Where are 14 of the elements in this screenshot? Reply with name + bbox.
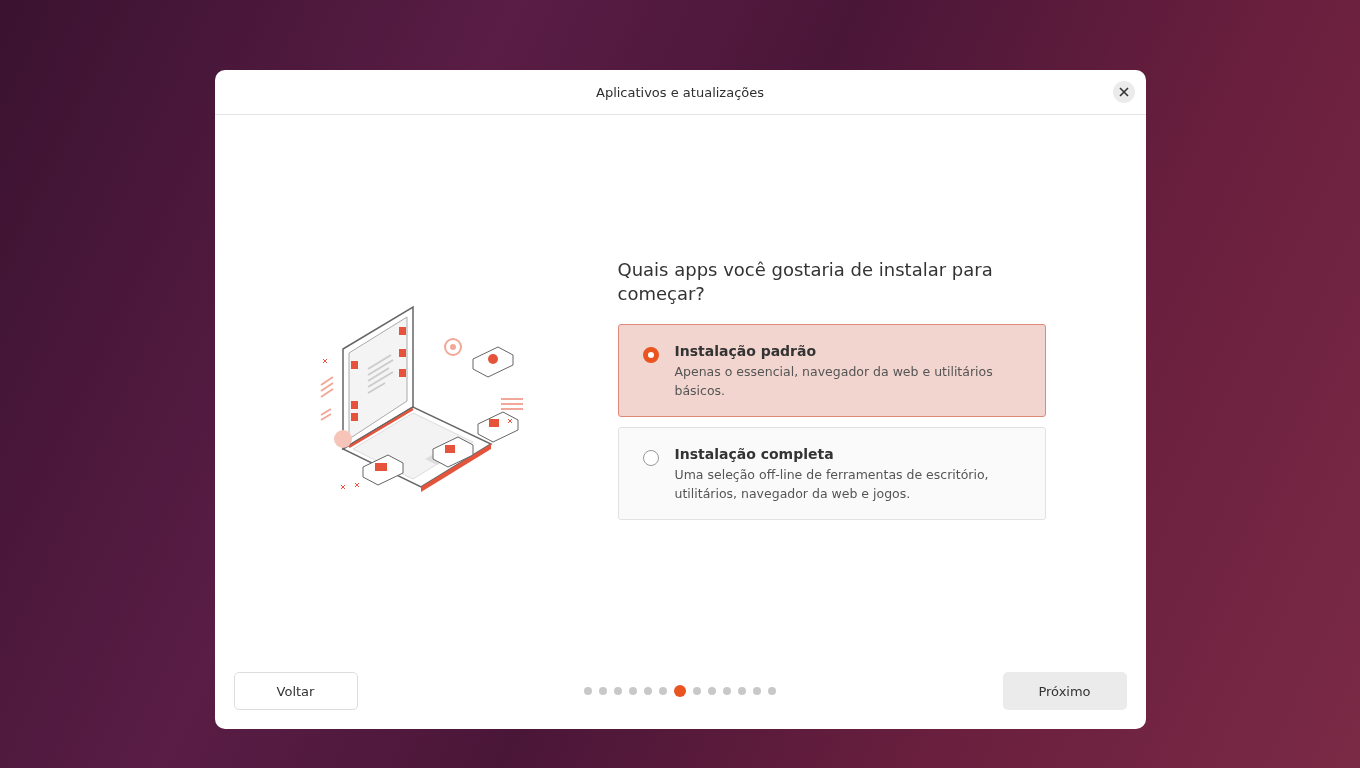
option-title: Instalação padrão — [674, 342, 818, 359]
install-option[interactable]: Instalação padrão Apenas o essencial, navegador da web e utilitários básicos. — [617, 323, 1046, 417]
option-description: Uma seleção off-line de ferramentas de escritório, utilitários, navegador da web e jogos. — [674, 465, 990, 503]
close-icon — [1118, 87, 1129, 97]
question-heading: Quais apps você gostaria de instalar para começar? — [617, 257, 994, 306]
close-button[interactable] — [1112, 81, 1135, 103]
install-option[interactable]: Instalação completa Uma seleção off-line de ferramentas de escritório, utilitários, navegador da web e jogos. — [617, 426, 1046, 520]
radio-button[interactable] — [642, 346, 659, 363]
option-title: Instalação completa — [674, 445, 835, 462]
back-button[interactable]: Voltar — [233, 672, 358, 710]
next-button[interactable]: Próximo — [1002, 672, 1127, 710]
window-title: Aplicativos e atualizações — [596, 84, 764, 100]
radio-button[interactable] — [642, 449, 659, 466]
option-description: Apenas o essencial, navegador da web e utilitários básicos. — [674, 362, 994, 400]
